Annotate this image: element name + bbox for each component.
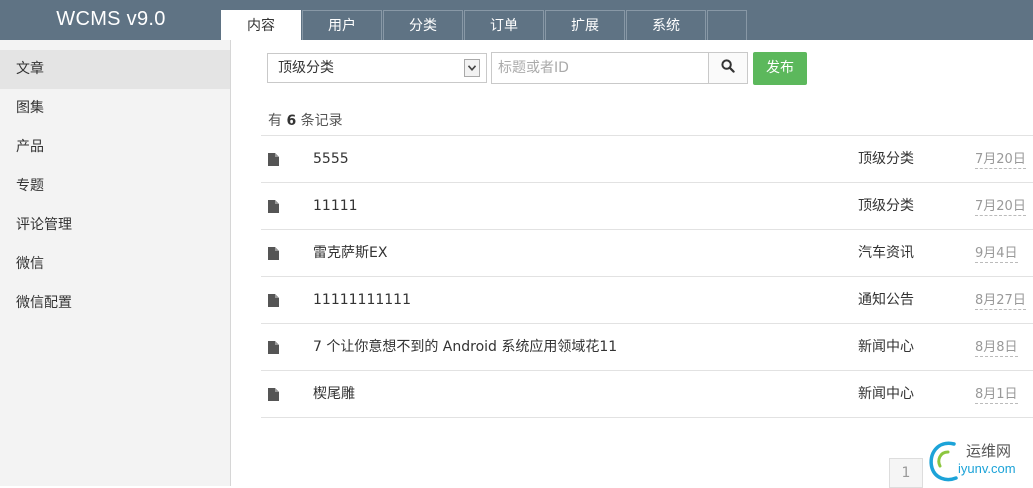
- document-icon: [268, 341, 279, 354]
- article-title[interactable]: 11111: [313, 183, 358, 229]
- document-icon: [268, 294, 279, 307]
- watermark-swirl-icon: [929, 441, 958, 482]
- search-group: [491, 52, 748, 84]
- top-navbar: WCMS v9.0 内容 用户 分类 订单 扩展 系统: [0, 0, 1033, 40]
- sidebar-item-wechat-config[interactable]: 微信配置: [0, 284, 230, 323]
- tab-extensions[interactable]: 扩展: [545, 10, 625, 40]
- article-row: 雷克萨斯EX 汽车资讯 9月4日: [261, 230, 1033, 277]
- watermark-cn: 运维网: [966, 442, 1012, 460]
- article-date: 8月27日: [975, 293, 1026, 310]
- document-icon: [268, 153, 279, 166]
- search-button[interactable]: [708, 53, 747, 83]
- watermark: 运维网 iyunv.com: [928, 436, 1033, 486]
- category-select[interactable]: 顶级分类: [267, 53, 487, 83]
- category-select-value: 顶级分类: [278, 60, 334, 76]
- tab-orders[interactable]: 订单: [464, 10, 544, 40]
- document-icon: [268, 388, 279, 401]
- tab-users[interactable]: 用户: [302, 10, 382, 40]
- article-row: 5555 顶级分类 7月20日: [261, 136, 1033, 183]
- article-title[interactable]: 11111111111: [313, 277, 411, 323]
- search-icon: [721, 59, 735, 77]
- article-date: 7月20日: [975, 199, 1026, 216]
- article-title[interactable]: 5555: [313, 136, 349, 182]
- article-category: 顶级分类: [858, 198, 914, 214]
- sidebar-item-galleries[interactable]: 图集: [0, 89, 230, 128]
- article-category: 汽车资讯: [858, 245, 914, 261]
- sidebar: 文章 图集 产品 专题 评论管理 微信 微信配置: [0, 40, 231, 486]
- article-title[interactable]: 楔尾雕: [313, 371, 355, 417]
- tab-system[interactable]: 系统: [626, 10, 706, 40]
- article-category: 通知公告: [858, 292, 914, 308]
- article-date: 7月20日: [975, 152, 1026, 169]
- publish-button[interactable]: 发布: [753, 52, 807, 85]
- article-row: 11111111111 通知公告 8月27日: [261, 277, 1033, 324]
- article-date: 8月8日: [975, 340, 1018, 357]
- sidebar-item-topics[interactable]: 专题: [0, 167, 230, 206]
- record-count-prefix: 有: [268, 113, 282, 129]
- article-row: 楔尾雕 新闻中心 8月1日: [261, 371, 1033, 418]
- sidebar-item-comments[interactable]: 评论管理: [0, 206, 230, 245]
- sidebar-item-wechat[interactable]: 微信: [0, 245, 230, 284]
- tab-categories[interactable]: 分类: [383, 10, 463, 40]
- article-category: 新闻中心: [858, 386, 914, 402]
- tab-content[interactable]: 内容: [221, 10, 301, 40]
- article-category: 顶级分类: [858, 151, 914, 167]
- article-row: 11111 顶级分类 7月20日: [261, 183, 1033, 230]
- sidebar-item-articles[interactable]: 文章: [0, 50, 230, 89]
- tab-blank[interactable]: [707, 10, 747, 40]
- pagination-page-1[interactable]: 1: [889, 458, 923, 488]
- sidebar-item-products[interactable]: 产品: [0, 128, 230, 167]
- article-title[interactable]: 雷克萨斯EX: [313, 230, 387, 276]
- article-list: 5555 顶级分类 7月20日 11111 顶级分类 7月20日 雷克萨斯EX …: [261, 135, 1033, 418]
- record-count: 有 6 条记录: [268, 110, 343, 130]
- record-count-suffix: 条记录: [300, 113, 343, 129]
- chevron-down-icon[interactable]: [464, 59, 480, 77]
- main-tabs: 内容 用户 分类 订单 扩展 系统: [221, 10, 748, 40]
- document-icon: [268, 247, 279, 260]
- article-date: 8月1日: [975, 387, 1018, 404]
- watermark-en: iyunv.com: [958, 461, 1016, 476]
- record-count-number: 6: [286, 113, 297, 129]
- article-category: 新闻中心: [858, 339, 914, 355]
- app-brand[interactable]: WCMS v9.0: [0, 0, 222, 40]
- article-title[interactable]: 7 个让你意想不到的 Android 系统应用领域花11: [313, 324, 617, 370]
- article-date: 9月4日: [975, 246, 1018, 263]
- article-row: 7 个让你意想不到的 Android 系统应用领域花11 新闻中心 8月8日: [261, 324, 1033, 371]
- search-input[interactable]: [492, 53, 710, 83]
- document-icon: [268, 200, 279, 213]
